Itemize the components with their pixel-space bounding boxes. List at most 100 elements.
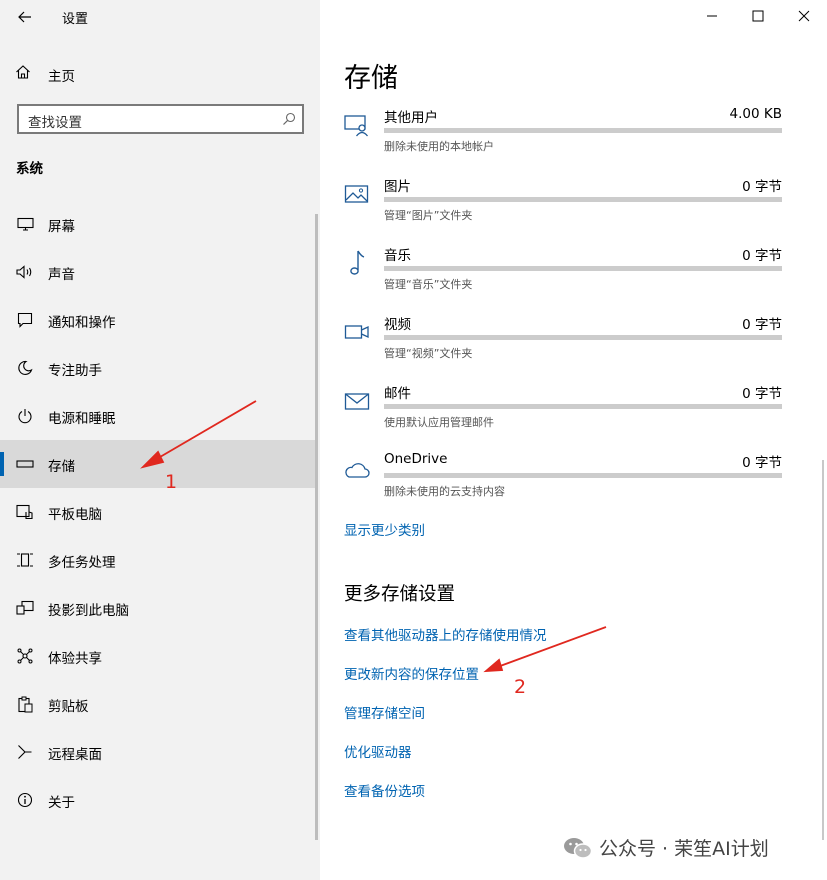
view-other-drives-link[interactable]: 查看其他驱动器上的存储使用情况 — [344, 624, 547, 644]
sidebar-item-sound[interactable]: 声音 — [0, 248, 318, 296]
sidebar-item-home[interactable]: 主页 — [0, 56, 320, 90]
category-name: 图片 — [384, 179, 411, 195]
close-button[interactable] — [781, 0, 827, 32]
category-size: 4.00 KB — [729, 106, 782, 122]
sidebar-item-label: 通知和操作 — [48, 315, 116, 331]
speaker-icon — [15, 263, 35, 281]
window-controls — [689, 0, 827, 32]
sidebar-item-label: 关于 — [48, 795, 75, 811]
watermark: 公众号 · 茉笙AI计划 — [563, 834, 769, 861]
storage-category-music[interactable]: 音乐 0 字节 管理“音乐”文件夹 — [344, 244, 784, 308]
annotation-number-2: 2 — [514, 676, 527, 698]
sidebar-item-storage[interactable]: 存储 — [0, 440, 318, 488]
category-size: 0 字节 — [742, 248, 782, 264]
sidebar-item-label: 远程桌面 — [48, 747, 102, 763]
category-description: 使用默认应用管理邮件 — [384, 416, 494, 429]
project-icon — [15, 599, 35, 617]
moon-icon — [15, 359, 35, 377]
sidebar-item-about[interactable]: 关于 — [0, 776, 318, 824]
category-description: 管理“音乐”文件夹 — [384, 278, 473, 291]
category-description: 管理“视频”文件夹 — [384, 347, 473, 360]
usage-bar — [384, 335, 782, 340]
main-scrollbar[interactable] — [822, 460, 824, 840]
watermark-text: 公众号 · 茉笙AI计划 — [599, 838, 769, 860]
sidebar-item-clipboard[interactable]: 剪贴板 — [0, 680, 318, 728]
minimize-icon — [707, 15, 717, 17]
title-bar: 设置 — [0, 0, 320, 34]
notification-icon — [15, 311, 35, 329]
maximize-icon — [752, 10, 764, 22]
sidebar-item-label: 专注助手 — [48, 363, 102, 379]
sidebar-item-label: 多任务处理 — [48, 555, 116, 571]
multitask-icon — [15, 551, 35, 569]
main-panel: 存储 其他用户 4.00 KB 删除未使用的本地帐户 图片 0 字节 管理“图片… — [320, 0, 827, 880]
onedrive-icon — [344, 457, 370, 483]
manage-storage-spaces-link[interactable]: 管理存储空间 — [344, 702, 425, 722]
annotation-number-1: 1 — [165, 471, 178, 493]
info-icon — [15, 791, 35, 809]
sidebar-item-label: 剪贴板 — [48, 699, 89, 715]
category-name: OneDrive — [384, 451, 448, 467]
home-label: 主页 — [48, 69, 75, 85]
storage-category-videos[interactable]: 视频 0 字节 管理“视频”文件夹 — [344, 313, 784, 377]
pictures-icon — [344, 181, 370, 207]
category-description: 管理“图片”文件夹 — [384, 209, 473, 222]
usage-bar — [384, 128, 782, 133]
category-size: 0 字节 — [742, 386, 782, 402]
sidebar-item-project[interactable]: 投影到此电脑 — [0, 584, 318, 632]
sidebar-item-power[interactable]: 电源和睡眠 — [0, 392, 318, 440]
more-storage-settings-heading: 更多存储设置 — [344, 584, 456, 605]
usage-bar — [384, 197, 782, 202]
show-fewer-categories-link[interactable]: 显示更少类别 — [344, 519, 425, 539]
search-input[interactable]: 查找设置 — [17, 104, 304, 134]
category-size: 0 字节 — [742, 317, 782, 333]
view-backup-options-link[interactable]: 查看备份选项 — [344, 780, 425, 800]
storage-category-onedrive[interactable]: OneDrive 0 字节 删除未使用的云支持内容 — [344, 451, 784, 515]
power-icon — [15, 407, 35, 425]
storage-category-pictures[interactable]: 图片 0 字节 管理“图片”文件夹 — [344, 175, 784, 239]
category-description: 删除未使用的云支持内容 — [384, 485, 505, 498]
sidebar-item-label: 体验共享 — [48, 651, 102, 667]
category-size: 0 字节 — [742, 179, 782, 195]
search-placeholder: 查找设置 — [28, 115, 82, 131]
sidebar: 设置 主页 查找设置 系统 屏幕 声音 通知和操作 专注助手 电源和睡眠 存储 … — [0, 0, 320, 880]
sidebar-item-remote-desktop[interactable]: 远程桌面 — [0, 728, 318, 776]
mail-icon — [344, 388, 370, 414]
close-icon — [798, 10, 810, 22]
storage-icon — [15, 455, 35, 473]
sidebar-item-label: 声音 — [48, 267, 75, 283]
sidebar-item-tablet[interactable]: 平板电脑 — [0, 488, 318, 536]
usage-bar — [384, 404, 782, 409]
sidebar-item-multitasking[interactable]: 多任务处理 — [0, 536, 318, 584]
usage-bar — [384, 266, 782, 271]
sidebar-item-label: 存储 — [48, 459, 75, 475]
wechat-icon — [564, 837, 593, 859]
sidebar-item-label: 电源和睡眠 — [48, 411, 116, 427]
sidebar-item-label: 投影到此电脑 — [48, 603, 129, 619]
storage-category-other-users[interactable]: 其他用户 4.00 KB 删除未使用的本地帐户 — [344, 106, 784, 170]
sidebar-item-shared-experiences[interactable]: 体验共享 — [0, 632, 318, 680]
maximize-button[interactable] — [735, 0, 781, 32]
storage-category-mail[interactable]: 邮件 0 字节 使用默认应用管理邮件 — [344, 382, 784, 446]
home-icon — [15, 64, 31, 84]
back-arrow-icon — [18, 11, 31, 23]
music-icon — [344, 250, 370, 276]
category-name: 其他用户 — [384, 110, 438, 126]
other-users-icon — [344, 112, 370, 138]
sidebar-item-focus-assist[interactable]: 专注助手 — [0, 344, 318, 392]
optimize-drives-link[interactable]: 优化驱动器 — [344, 741, 412, 761]
sidebar-scrollbar[interactable] — [315, 214, 318, 840]
minimize-button[interactable] — [689, 0, 735, 32]
monitor-icon — [15, 215, 35, 233]
tablet-icon — [15, 503, 35, 521]
category-name: 邮件 — [384, 386, 411, 402]
sidebar-item-display[interactable]: 屏幕 — [0, 200, 318, 248]
category-description: 删除未使用的本地帐户 — [384, 140, 494, 153]
page-title: 存储 — [344, 63, 398, 94]
sidebar-item-notifications[interactable]: 通知和操作 — [0, 296, 318, 344]
category-name: 视频 — [384, 317, 411, 333]
change-save-location-link[interactable]: 更改新内容的保存位置 — [344, 663, 479, 683]
usage-bar — [384, 473, 782, 478]
back-button[interactable] — [10, 2, 40, 32]
search-icon[interactable] — [282, 111, 296, 130]
